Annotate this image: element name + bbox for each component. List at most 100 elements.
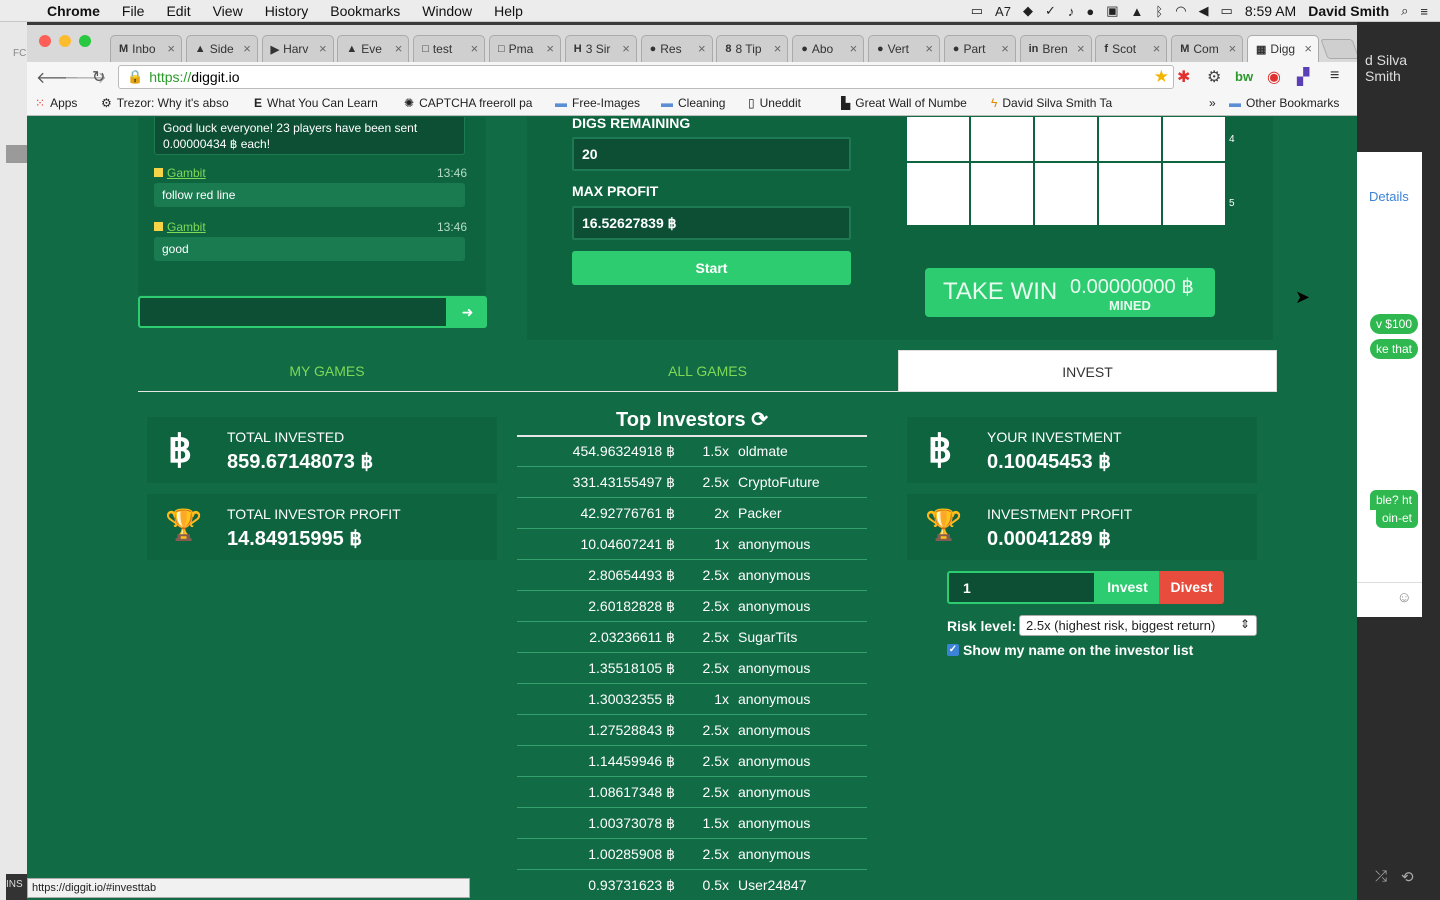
repeat-icon[interactable]: ⟲ (1401, 868, 1414, 886)
max-profit-field[interactable]: 16.52627839 ฿ (572, 206, 851, 240)
chat-send-button[interactable]: ➜ (448, 296, 487, 328)
extension-purple-icon[interactable]: ▞ (1297, 67, 1309, 87)
refresh-icon[interactable]: ⟳ (751, 409, 768, 431)
tab-close-icon[interactable]: × (167, 41, 175, 56)
other-bookmarks[interactable]: ▬ Other Bookmarks (1229, 96, 1339, 110)
grid-cell[interactable] (1163, 117, 1225, 161)
notification-center-icon[interactable]: ≡ (1420, 4, 1428, 19)
airplay-icon[interactable]: ▲ (1131, 4, 1144, 19)
browser-tab[interactable]: □ test × (413, 35, 486, 62)
extension-opera-icon[interactable]: ◉ (1267, 67, 1281, 87)
settings-gear-icon[interactable]: ⚙ (1207, 67, 1221, 87)
maximize-window-button[interactable] (79, 35, 91, 47)
emoji-icon[interactable]: ☺ (1397, 589, 1412, 606)
tab-close-icon[interactable]: × (1304, 41, 1312, 56)
wifi-icon[interactable]: ◠ (1175, 3, 1186, 19)
user-name[interactable]: David Smith (1308, 3, 1389, 19)
bookmark-item[interactable]: ✺ CAPTCHA freeroll pa (404, 96, 540, 110)
minimize-window-button[interactable] (59, 35, 71, 47)
browser-tab[interactable]: ▦ Digg × (1247, 35, 1319, 62)
tab-close-icon[interactable]: × (319, 41, 327, 56)
take-win-button[interactable]: TAKE WIN 0.00000000 ฿ MINED (925, 268, 1215, 317)
grid-cell[interactable] (1099, 163, 1161, 225)
digs-remaining-field[interactable]: 20 (572, 137, 851, 171)
divest-button[interactable]: Divest (1159, 571, 1224, 604)
browser-tab[interactable]: H3 Sir × (564, 35, 637, 62)
grid-cell[interactable] (1035, 117, 1097, 161)
notification-count-icon[interactable]: A7 (995, 4, 1011, 19)
extension-bw-icon[interactable]: bw (1235, 69, 1253, 84)
tab-close-icon[interactable]: × (774, 41, 782, 56)
new-tab-button[interactable] (1320, 39, 1357, 59)
battery-icon[interactable]: ▭ (1221, 3, 1233, 19)
bookmark-item[interactable]: ϟ David Silva Smith Ta (991, 96, 1133, 110)
grid-cell[interactable] (1099, 117, 1161, 161)
browser-tab[interactable]: ▲ Eve × (337, 35, 410, 62)
invest-amount-input[interactable]: 1 (947, 571, 1096, 604)
bookmark-folder[interactable]: ▬ Free-Images (555, 96, 640, 110)
browser-tab[interactable]: f Scot × (1095, 35, 1168, 62)
tab-close-icon[interactable]: × (1077, 41, 1085, 56)
browser-tab[interactable]: ● Part × (943, 35, 1016, 62)
menu-view[interactable]: View (202, 3, 254, 19)
tab-close-icon[interactable]: × (622, 41, 630, 56)
tab-close-icon[interactable]: × (698, 41, 706, 56)
menu-file[interactable]: File (111, 3, 156, 19)
shuffle-icon[interactable]: ⤮ (1375, 868, 1387, 886)
browser-tab[interactable]: M Inbo × (110, 35, 182, 62)
app-icon[interactable]: ▣ (1106, 3, 1118, 19)
close-window-button[interactable] (39, 35, 51, 47)
show-name-option[interactable]: ✓ Show my name on the investor list (947, 642, 1193, 658)
menu-history[interactable]: History (254, 3, 320, 19)
bookmark-item[interactable]: ⚙ Trezor: Why it's abso (101, 96, 237, 110)
tab-invest[interactable]: INVEST (898, 350, 1277, 392)
grid-cell[interactable] (971, 163, 1033, 225)
menu-edit[interactable]: Edit (155, 3, 201, 19)
bookmark-star-icon[interactable]: ★ (1154, 67, 1169, 87)
browser-tab[interactable]: ● Vert × (868, 35, 940, 62)
show-name-checkbox[interactable]: ✓ (947, 644, 959, 656)
check-icon[interactable]: ✓ (1045, 3, 1056, 19)
grid-cell[interactable] (1163, 163, 1225, 225)
tab-close-icon[interactable]: × (850, 41, 858, 56)
dropbox-icon[interactable]: ◆ (1023, 3, 1033, 19)
chat-username[interactable]: Gambit (154, 220, 206, 234)
menu-bookmarks[interactable]: Bookmarks (319, 3, 411, 19)
tab-close-icon[interactable]: × (243, 41, 251, 56)
tab-close-icon[interactable]: × (471, 41, 479, 56)
details-link[interactable]: Details (1369, 189, 1409, 204)
grid-cell[interactable] (1035, 163, 1097, 225)
reload-button[interactable]: ↻ (92, 67, 105, 87)
browser-tab[interactable]: M Com × (1171, 35, 1244, 62)
tab-close-icon[interactable]: × (1229, 41, 1237, 56)
bookmark-folder[interactable]: ▬ Cleaning (661, 96, 725, 110)
grid-cell[interactable] (907, 117, 969, 161)
bell-icon[interactable]: ♪ (1068, 4, 1075, 19)
menu-help[interactable]: Help (483, 3, 534, 19)
chat-input[interactable] (138, 296, 448, 328)
spotlight-search-icon[interactable]: ⌕ (1401, 3, 1408, 19)
bookmark-item[interactable]: E What You Can Learn (254, 96, 387, 110)
menu-app-name[interactable]: Chrome (36, 3, 111, 19)
bookmark-item[interactable]: ▯ Uneddit (748, 96, 801, 110)
browser-tab[interactable]: ● Res × (640, 35, 713, 62)
clock[interactable]: 8:59 AM (1245, 3, 1296, 19)
browser-tab[interactable]: 88 Tip × (716, 35, 789, 62)
chat-username[interactable]: Gambit (154, 166, 206, 180)
bookmarks-overflow-chevron[interactable]: » (1209, 96, 1216, 110)
volume-icon[interactable]: ◀ (1199, 3, 1209, 19)
chrome-menu-icon[interactable]: ≡ (1330, 67, 1339, 85)
tab-close-icon[interactable]: × (1153, 41, 1161, 56)
evernote-icon[interactable]: ● (1086, 4, 1094, 19)
browser-tab[interactable]: ● Abo × (792, 35, 865, 62)
start-button[interactable]: Start (572, 251, 851, 285)
bookmark-item[interactable]: ▙ Great Wall of Numbe (841, 96, 977, 110)
bluetooth-icon[interactable]: ᛒ (1155, 4, 1163, 19)
tab-my-games[interactable]: MY GAMES (138, 350, 516, 392)
browser-tab[interactable]: ▲ Side × (185, 35, 258, 62)
risk-level-select[interactable]: 2.5x (highest risk, biggest return) ⇕ (1019, 615, 1257, 636)
invest-button[interactable]: Invest (1096, 571, 1159, 604)
tab-all-games[interactable]: ALL GAMES (517, 350, 898, 392)
tab-close-icon[interactable]: × (1001, 41, 1009, 56)
browser-tab[interactable]: in Bren × (1019, 35, 1092, 62)
